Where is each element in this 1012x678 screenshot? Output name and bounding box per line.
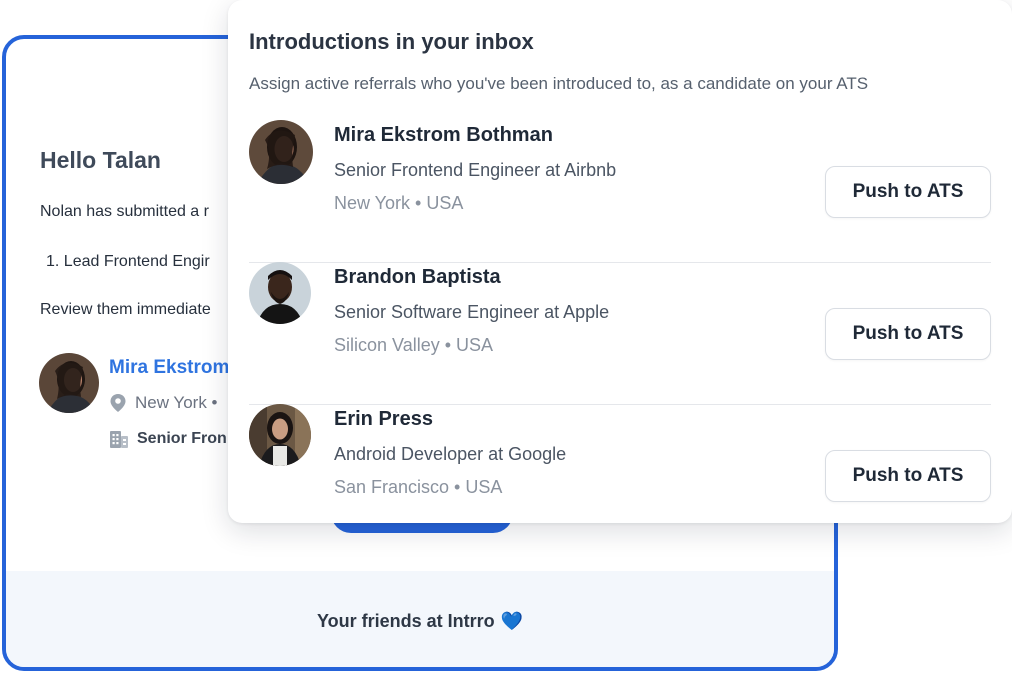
email-body-line: Nolan has submitted a r [40, 203, 209, 220]
candidate-role-text: Senior Fron [137, 430, 227, 447]
avatar [249, 404, 311, 466]
intro-item: Erin Press Android Developer at Google S… [249, 404, 991, 516]
push-to-ats-button[interactable]: Push to ATS [825, 166, 991, 218]
intro-job-title: Android Developer at Google [334, 444, 567, 464]
intro-location: San Francisco • USA [334, 477, 503, 497]
blue-heart-icon: 💙 [500, 610, 524, 631]
intro-name: Brandon Baptista [334, 266, 501, 288]
intro-item: Brandon Baptista Senior Software Enginee… [249, 262, 991, 405]
email-footer-text: Your friends at Intrro [316, 610, 495, 631]
building-icon [109, 429, 129, 449]
intro-location: Silicon Valley • USA [334, 335, 494, 355]
intro-location: New York • USA [334, 193, 464, 213]
push-to-ats-button[interactable]: Push to ATS [825, 308, 991, 360]
introductions-panel: Introductions in your inbox Assign activ… [228, 0, 1012, 523]
intro-job-title: Senior Software Engineer at Apple [334, 302, 610, 322]
panel-subtitle: Assign active referrals who you've been … [249, 74, 869, 93]
email-greeting: Hello Talan [40, 147, 161, 173]
map-pin-icon [109, 393, 127, 413]
email-footer: Your friends at Intrro 💙 [6, 571, 834, 667]
panel-title: Introductions in your inbox [249, 29, 534, 54]
avatar [249, 120, 313, 184]
intro-job-title: Senior Frontend Engineer at Airbnb [334, 160, 617, 180]
candidate-name-link[interactable]: Mira Ekstrom [109, 357, 229, 379]
email-list-item: 1. Lead Frontend Engir [46, 253, 210, 270]
email-body-line: Review them immediate [40, 301, 211, 318]
avatar [39, 353, 99, 413]
candidate-location: New York • [109, 393, 218, 413]
candidate-role: Senior Fron [109, 429, 227, 449]
intro-name: Erin Press [334, 408, 433, 430]
avatar [249, 262, 311, 324]
push-to-ats-button[interactable]: Push to ATS [825, 450, 991, 502]
candidate-location-text: New York • [135, 393, 218, 412]
intro-item: Mira Ekstrom Bothman Senior Frontend Eng… [249, 120, 991, 263]
intro-name: Mira Ekstrom Bothman [334, 124, 553, 146]
